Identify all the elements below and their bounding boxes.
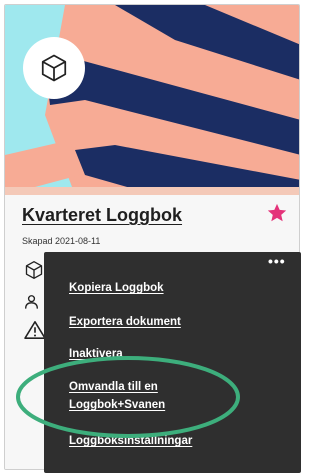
card-hero-image — [5, 5, 299, 195]
menu-item-convert-line2[interactable]: Loggbok+Svanen — [69, 397, 165, 414]
menu-item-export-document[interactable]: Exportera dokument — [69, 314, 181, 331]
menu-item-convert-line1[interactable]: Omvandla till en — [69, 379, 158, 396]
menu-item-logbook-settings[interactable]: Loggboksinställningar — [69, 433, 192, 450]
more-icon[interactable]: ••• — [268, 254, 286, 268]
cube-badge — [23, 37, 85, 99]
hero-illustration — [5, 5, 299, 195]
created-date: Skapad 2021-08-11 — [22, 236, 101, 246]
cube-icon — [41, 54, 67, 82]
menu-item-deactivate[interactable]: Inaktivera — [69, 346, 123, 363]
card-title[interactable]: Kvarteret Loggbok — [22, 205, 182, 226]
star-icon[interactable] — [266, 202, 288, 229]
menu-item-copy-logbook[interactable]: Kopiera Loggbok — [69, 280, 164, 297]
warning-icon — [24, 321, 46, 339]
users-icon — [25, 295, 38, 309]
cube-icon — [25, 261, 43, 279]
